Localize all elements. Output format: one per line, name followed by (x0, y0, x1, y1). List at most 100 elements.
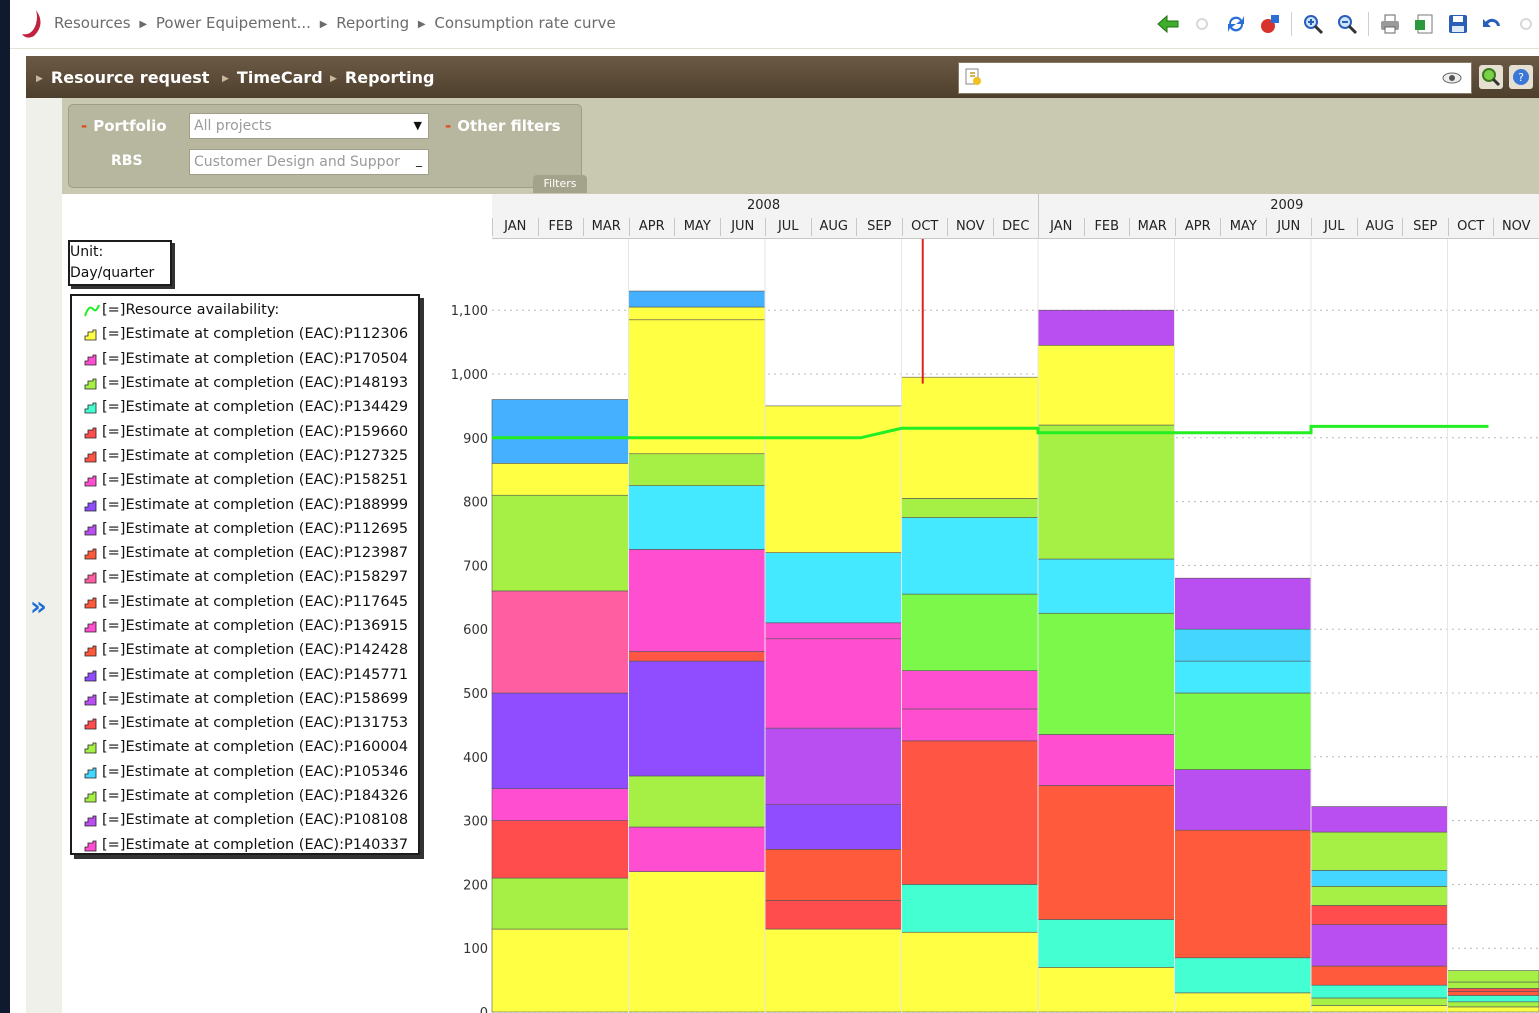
stack-band (491, 463, 629, 496)
rbs-field[interactable]: Customer Design and Suppor _ (189, 149, 429, 175)
nav-resource-request[interactable]: ▶ Resource request (36, 68, 209, 87)
year-divider (1038, 194, 1039, 238)
breadcrumb-separator-icon: ▶ (319, 19, 328, 30)
legend-item[interactable]: [=]Estimate at completion (EAC):P158699 (84, 687, 418, 711)
legend-label: [=]Estimate at completion (EAC):P158251 (102, 472, 409, 489)
series-band (1037, 785, 1175, 920)
legend-label: [=]Estimate at completion (EAC):P123987 (102, 545, 409, 562)
area-series-icon (84, 427, 97, 439)
legend-item[interactable]: [=]Estimate at completion (EAC):P142428 (84, 638, 418, 662)
legend-item[interactable]: [=]Estimate at completion (EAC):P112695 (84, 517, 418, 541)
stack-band (1174, 628, 1312, 662)
app-window: Resources ▶ Power Equipement... ▶ Report… (10, 0, 1539, 1013)
legend-label: [=]Estimate at completion (EAC):P117645 (102, 593, 409, 610)
legend-label: [=]Estimate at completion (EAC):P159660 (102, 423, 409, 440)
back-arrow-icon[interactable] (1155, 11, 1181, 37)
breadcrumb-item[interactable]: Power Equipement... (156, 14, 311, 32)
month-label: MAY (674, 218, 720, 236)
y-tick-label: 0 (480, 1006, 488, 1013)
series-band (1310, 924, 1448, 967)
legend-item[interactable]: [=]Estimate at completion (EAC):P108108 (84, 808, 418, 832)
redo-icon[interactable] (1513, 11, 1539, 37)
nav-timecard[interactable]: ▶ TimeCard (222, 68, 323, 87)
nav-reporting[interactable]: ▶ Reporting (330, 68, 434, 87)
legend-item[interactable]: [=]Estimate at completion (EAC):P184326 (84, 784, 418, 808)
legend-item[interactable]: [=]Estimate at completion (EAC):P145771 (84, 662, 418, 686)
expand-sidebar-icon[interactable]: » (30, 592, 47, 622)
help-icon[interactable]: ? (1508, 64, 1534, 90)
month-label: AUG (1356, 218, 1403, 236)
legend-item[interactable]: [=]Estimate at completion (EAC):P159660 (84, 419, 418, 443)
legend-label: [=]Estimate at completion (EAC):P158699 (102, 690, 409, 707)
y-tick-label: 100 (463, 942, 488, 957)
series-band (1310, 984, 1448, 999)
legend-item[interactable]: [=]Estimate at completion (EAC):P140337 (84, 833, 418, 857)
eye-icon[interactable] (1441, 71, 1463, 85)
series-band (628, 871, 766, 1013)
picker-icon[interactable]: _ (416, 150, 422, 172)
portfolio-label: - Portfolio (81, 117, 167, 135)
stack-band (1037, 558, 1175, 614)
main-nav: ▶ Resource request ▶ TimeCard ▶ Reporting ? (26, 56, 1539, 98)
legend-item[interactable]: [=]Estimate at completion (EAC):P127325 (84, 444, 418, 468)
legend-item[interactable]: [=]Estimate at completion (EAC):P123987 (84, 541, 418, 565)
refresh-icon[interactable] (1223, 11, 1249, 37)
rbs-label: RBS (111, 153, 143, 169)
legend-item[interactable]: [=]Estimate at completion (EAC):P136915 (84, 614, 418, 638)
timeline-header: JAN FEB MAR APR MAY JUN JUL AUG SEP OCT NOV DEC JAN F… (492, 194, 1539, 239)
series-band (1174, 957, 1312, 994)
area-series-icon (84, 500, 97, 511)
legend: [=]Resource availability: [=]Estimate at … (70, 294, 420, 855)
other-filters-label[interactable]: - Other filters (445, 117, 561, 135)
breadcrumb-item[interactable]: Consumption rate curve (434, 14, 615, 32)
legend-item[interactable]: [=]Estimate at completion (EAC):P134429 (84, 395, 418, 419)
series-band (901, 884, 1039, 933)
stack-band (628, 319, 766, 455)
line-series-icon (84, 304, 100, 317)
stack-band (628, 306, 766, 321)
sidebar-strip: » (26, 98, 63, 1013)
stack-band (491, 399, 629, 464)
forward-icon[interactable] (1189, 11, 1215, 37)
zoom-in-icon[interactable] (1300, 11, 1326, 37)
legend-item[interactable]: [=]Estimate at completion (EAC):P148193 (84, 371, 418, 395)
month-label: FEB (1083, 218, 1130, 236)
portfolio-select[interactable]: All projects ▼ (189, 113, 429, 139)
month-label: NOV (947, 218, 993, 236)
save-icon[interactable] (1445, 11, 1471, 37)
legend-item[interactable]: [=]Estimate at completion (EAC):P105346 (84, 760, 418, 784)
legend-item[interactable]: [=]Estimate at completion (EAC):P160004 (84, 735, 418, 759)
legend-label: [=]Estimate at completion (EAC):P184326 (102, 788, 409, 805)
legend-item[interactable]: [=]Resource availability: (84, 298, 418, 322)
stack-band (1174, 660, 1312, 694)
print-icon[interactable] (1377, 11, 1403, 37)
zoom-out-icon[interactable] (1334, 11, 1360, 37)
series-band (491, 590, 629, 694)
series-band (1174, 829, 1312, 959)
export-icon[interactable] (1257, 11, 1283, 37)
search-input[interactable] (958, 62, 1472, 94)
legend-item[interactable]: [=]Estimate at completion (EAC):P170504 (84, 347, 418, 371)
area-series-icon (84, 378, 97, 390)
breadcrumb-item[interactable]: Reporting (336, 14, 409, 32)
legend-item[interactable]: [=]Estimate at completion (EAC):P158251 (84, 468, 418, 492)
legend-item[interactable]: [=]Estimate at completion (EAC):P112306 (84, 322, 418, 346)
area-series-icon (84, 330, 97, 341)
undo-icon[interactable] (1479, 11, 1505, 37)
excel-icon[interactable] (1411, 11, 1437, 37)
legend-item[interactable]: [=]Estimate at completion (EAC):P131753 (84, 711, 418, 735)
month-label: JUL (765, 218, 811, 236)
legend-item[interactable]: [=]Estimate at completion (EAC):P158297 (84, 565, 418, 589)
legend-item[interactable]: [=]Estimate at completion (EAC):P188999 (84, 492, 418, 516)
filters-tab[interactable]: Filters (533, 175, 587, 193)
collapse-dash-icon[interactable]: - (81, 117, 87, 135)
app-logo-icon (22, 10, 41, 38)
breadcrumb-item[interactable]: Resources (54, 14, 131, 32)
series-band (1037, 734, 1175, 786)
search-go-icon[interactable] (1478, 64, 1504, 90)
stack-band (628, 651, 766, 662)
legend-item[interactable]: [=]Estimate at completion (EAC):P117645 (84, 590, 418, 614)
area-series-icon (84, 548, 97, 560)
legend-label: [=]Estimate at completion (EAC):P170504 (102, 350, 409, 367)
series-band (1310, 997, 1448, 1006)
